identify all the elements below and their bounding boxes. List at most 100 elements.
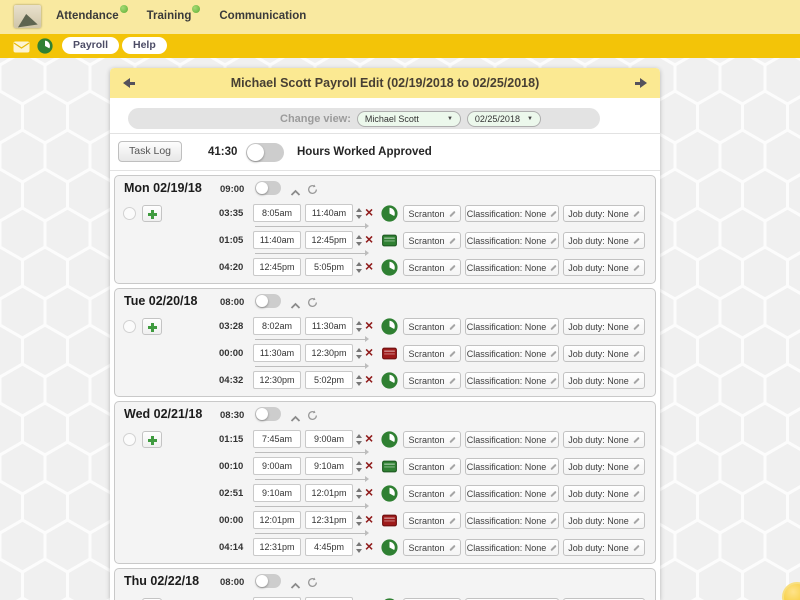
delete-row-button[interactable]: × bbox=[365, 456, 373, 474]
start-time-input[interactable] bbox=[253, 538, 301, 556]
delete-row-button[interactable]: × bbox=[365, 429, 373, 447]
location-button[interactable]: Scranton bbox=[403, 259, 461, 276]
delete-row-button[interactable]: × bbox=[365, 370, 373, 388]
end-time-input[interactable] bbox=[305, 430, 353, 448]
location-button[interactable]: Scranton bbox=[403, 539, 461, 556]
help-button[interactable]: Help bbox=[122, 37, 167, 54]
delete-row-button[interactable]: × bbox=[365, 483, 373, 501]
payroll-button[interactable]: Payroll bbox=[62, 37, 119, 54]
day-approve-toggle[interactable] bbox=[255, 574, 281, 588]
location-button[interactable]: Scranton bbox=[403, 458, 461, 475]
end-time-input[interactable] bbox=[305, 344, 353, 362]
location-button[interactable]: Scranton bbox=[403, 372, 461, 389]
next-week-button[interactable] bbox=[635, 78, 647, 88]
job-duty-button[interactable]: Job duty: None bbox=[563, 259, 645, 276]
job-duty-button[interactable]: Job duty: None bbox=[563, 318, 645, 335]
end-time-input[interactable] bbox=[305, 457, 353, 475]
end-time-input[interactable] bbox=[305, 317, 353, 335]
end-time-input[interactable] bbox=[305, 538, 353, 556]
nav-item-training[interactable]: Training bbox=[147, 10, 201, 22]
time-spinner[interactable] bbox=[356, 262, 363, 273]
reset-day-icon[interactable] bbox=[307, 182, 318, 200]
job-duty-button[interactable]: Job duty: None bbox=[563, 372, 645, 389]
envelope-icon[interactable] bbox=[13, 40, 30, 58]
location-button[interactable]: Scranton bbox=[403, 232, 461, 249]
classification-button[interactable]: Classification: None bbox=[465, 318, 559, 335]
classification-button[interactable]: Classification: None bbox=[465, 431, 559, 448]
delete-row-button[interactable]: × bbox=[365, 316, 373, 334]
delete-row-button[interactable]: × bbox=[365, 537, 373, 555]
job-duty-button[interactable]: Job duty: None bbox=[563, 485, 645, 502]
start-time-input[interactable] bbox=[253, 231, 301, 249]
location-button[interactable]: Scranton bbox=[403, 431, 461, 448]
clock-icon[interactable] bbox=[381, 539, 398, 556]
job-duty-button[interactable]: Job duty: None bbox=[563, 232, 645, 249]
time-spinner[interactable] bbox=[356, 348, 363, 359]
end-time-input[interactable] bbox=[305, 484, 353, 502]
time-spinner[interactable] bbox=[356, 515, 363, 526]
nav-item-attendance[interactable]: Attendance bbox=[56, 10, 128, 22]
paid-break-icon[interactable] bbox=[381, 458, 398, 475]
time-spinner[interactable] bbox=[356, 235, 363, 246]
reset-day-icon[interactable] bbox=[307, 408, 318, 426]
start-time-input[interactable] bbox=[253, 344, 301, 362]
hours-approved-toggle[interactable] bbox=[246, 143, 284, 162]
delete-row-button[interactable]: × bbox=[365, 230, 373, 248]
classification-button[interactable]: Classification: None bbox=[465, 259, 559, 276]
delete-row-button[interactable]: × bbox=[365, 203, 373, 221]
time-spinner[interactable] bbox=[356, 542, 363, 553]
clock-icon[interactable] bbox=[381, 431, 398, 448]
day-approve-toggle[interactable] bbox=[255, 294, 281, 308]
time-spinner[interactable] bbox=[356, 321, 363, 332]
classification-button[interactable]: Classification: None bbox=[465, 345, 559, 362]
classification-button[interactable]: Classification: None bbox=[465, 205, 559, 222]
location-button[interactable]: Scranton bbox=[403, 345, 461, 362]
unpaid-break-icon[interactable] bbox=[381, 512, 398, 529]
clock-icon[interactable] bbox=[381, 205, 398, 222]
reset-day-icon[interactable] bbox=[307, 575, 318, 593]
time-spinner[interactable] bbox=[356, 434, 363, 445]
delete-row-button[interactable]: × bbox=[365, 596, 373, 600]
employee-select[interactable]: Michael Scott▼ bbox=[357, 111, 461, 127]
delete-row-button[interactable]: × bbox=[365, 257, 373, 275]
end-time-input[interactable] bbox=[305, 258, 353, 276]
delete-row-button[interactable]: × bbox=[365, 510, 373, 528]
start-time-input[interactable] bbox=[253, 430, 301, 448]
location-button[interactable]: Scranton bbox=[403, 205, 461, 222]
task-log-button[interactable]: Task Log bbox=[118, 141, 182, 162]
time-spinner[interactable] bbox=[356, 208, 363, 219]
time-spinner[interactable] bbox=[356, 461, 363, 472]
job-duty-button[interactable]: Job duty: None bbox=[563, 458, 645, 475]
start-time-input[interactable] bbox=[253, 457, 301, 475]
start-time-input[interactable] bbox=[253, 258, 301, 276]
classification-button[interactable]: Classification: None bbox=[465, 539, 559, 556]
job-duty-button[interactable]: Job duty: None bbox=[563, 431, 645, 448]
clock-icon[interactable] bbox=[381, 485, 398, 502]
paid-break-icon[interactable] bbox=[381, 232, 398, 249]
location-button[interactable]: Scranton bbox=[403, 512, 461, 529]
clock-icon[interactable] bbox=[37, 38, 53, 59]
end-time-input[interactable] bbox=[305, 511, 353, 529]
start-time-input[interactable] bbox=[253, 204, 301, 222]
job-duty-button[interactable]: Job duty: None bbox=[563, 345, 645, 362]
classification-button[interactable]: Classification: None bbox=[465, 458, 559, 475]
reset-day-icon[interactable] bbox=[307, 295, 318, 313]
start-time-input[interactable] bbox=[253, 371, 301, 389]
end-time-input[interactable] bbox=[305, 371, 353, 389]
classification-button[interactable]: Classification: None bbox=[465, 512, 559, 529]
nav-item-communication[interactable]: Communication bbox=[219, 10, 306, 22]
start-time-input[interactable] bbox=[253, 317, 301, 335]
day-approve-toggle[interactable] bbox=[255, 407, 281, 421]
start-time-input[interactable] bbox=[253, 484, 301, 502]
location-button[interactable]: Scranton bbox=[403, 485, 461, 502]
delete-row-button[interactable]: × bbox=[365, 343, 373, 361]
job-duty-button[interactable]: Job duty: None bbox=[563, 205, 645, 222]
week-date-select[interactable]: 02/25/2018▼ bbox=[467, 111, 541, 127]
company-logo[interactable] bbox=[14, 5, 41, 28]
location-button[interactable]: Scranton bbox=[403, 318, 461, 335]
classification-button[interactable]: Classification: None bbox=[465, 232, 559, 249]
start-time-input[interactable] bbox=[253, 511, 301, 529]
clock-icon[interactable] bbox=[381, 318, 398, 335]
classification-button[interactable]: Classification: None bbox=[465, 485, 559, 502]
job-duty-button[interactable]: Job duty: None bbox=[563, 512, 645, 529]
